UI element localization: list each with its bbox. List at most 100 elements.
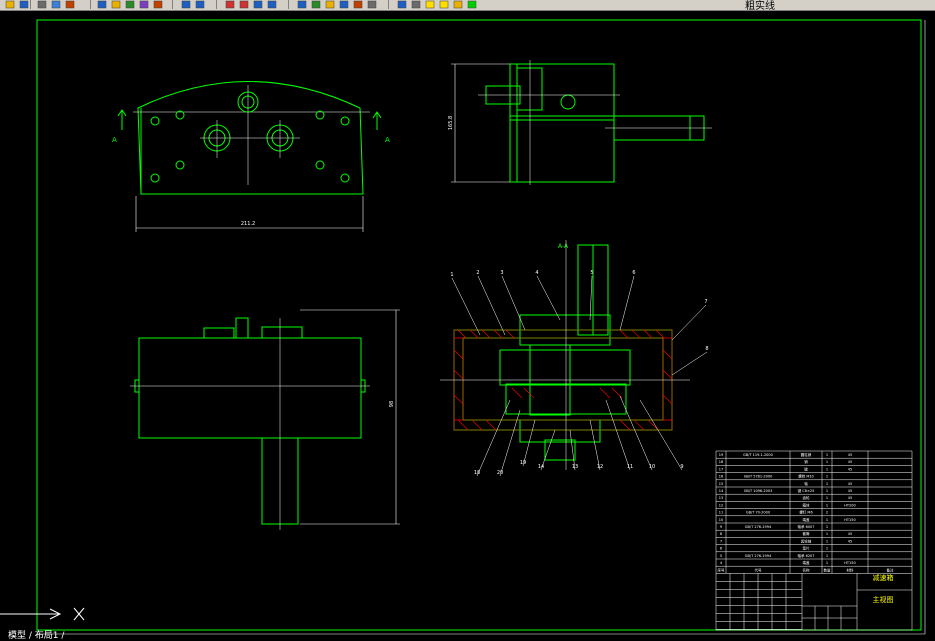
table-cell: 45 xyxy=(848,496,852,500)
table-cell: 1 xyxy=(826,482,828,486)
table-cell: 4 xyxy=(720,561,723,565)
leader-line xyxy=(619,395,653,471)
open-icon[interactable] xyxy=(4,0,16,9)
balloon-number: 1 xyxy=(450,272,453,278)
redo-icon[interactable] xyxy=(194,0,206,9)
table-cell: 1 xyxy=(826,503,828,507)
cut-icon[interactable] xyxy=(96,0,108,9)
table-cell: 圆柱销 xyxy=(801,452,812,457)
balloon-number: 14 xyxy=(538,464,544,470)
copy-icon[interactable] xyxy=(110,0,122,9)
table-cell: 8 xyxy=(720,532,722,536)
table-cell: 12 xyxy=(719,503,723,507)
toolbar-separator xyxy=(288,0,289,9)
table-cell: 45 xyxy=(848,482,852,486)
table-header-cell: 材料 xyxy=(847,567,855,572)
leader-line xyxy=(536,275,561,321)
table-cell: GB/T 1096-2003 xyxy=(744,489,773,493)
table-cell: 键 C8×25 xyxy=(798,488,815,493)
table-cell: 45 xyxy=(848,453,852,457)
table-cell: 1 xyxy=(826,532,828,536)
balloon-number: 11 xyxy=(627,464,633,470)
table-cell: 齿轮轴 xyxy=(801,538,812,543)
table-cell: 1 xyxy=(826,475,828,479)
leader-line xyxy=(451,277,481,336)
design-center-icon[interactable] xyxy=(310,0,322,9)
pan-icon[interactable] xyxy=(224,0,236,9)
balloon-number: 8 xyxy=(705,346,708,352)
leader-line xyxy=(619,275,635,331)
zoom-previous-icon[interactable] xyxy=(266,0,278,9)
preview-icon[interactable] xyxy=(50,0,62,9)
help-icon[interactable] xyxy=(396,0,408,9)
dim-side-height: 165.8 xyxy=(448,116,454,130)
table-cell: 16 xyxy=(719,475,723,479)
balloon-number: 4 xyxy=(535,270,538,276)
lock-icon[interactable] xyxy=(452,0,464,9)
table-cell: HT150 xyxy=(844,518,855,522)
toolbar-separator xyxy=(388,0,389,9)
section-label-left: A xyxy=(112,136,117,144)
drawing-title: 减速箱 xyxy=(873,573,894,582)
table-cell: 轴 xyxy=(804,481,808,486)
sun-icon[interactable] xyxy=(438,0,450,9)
calculator-icon[interactable] xyxy=(366,0,378,9)
table-cell: 13 xyxy=(719,496,723,500)
table-header-cell: 名称 xyxy=(803,567,811,572)
leader-line xyxy=(589,275,593,321)
toolbar-separator xyxy=(90,0,91,9)
table-cell: 箱体 xyxy=(803,502,811,507)
table-cell: GB/T 276-1994 xyxy=(745,525,772,529)
table-cell: 9 xyxy=(720,525,722,529)
tool-palettes-icon[interactable] xyxy=(324,0,336,9)
table-cell: GB/T 119.1-2000 xyxy=(743,453,773,457)
table-cell: 1 xyxy=(826,460,828,464)
table-cell: 45 xyxy=(848,539,852,543)
dim-front-height: 98 xyxy=(389,401,395,407)
layer-manager-icon[interactable] xyxy=(410,0,422,9)
table-cell: 18 xyxy=(719,460,723,464)
leader-line xyxy=(476,399,511,477)
undo-icon[interactable] xyxy=(180,0,192,9)
table-cell: 7 xyxy=(720,539,722,543)
table-cell: 轴承 6207 xyxy=(797,553,814,558)
table-cell: 6 xyxy=(720,547,722,551)
balloon-number: 20 xyxy=(497,470,503,476)
ucs-icon xyxy=(0,607,85,621)
toolbar-separator xyxy=(30,0,31,9)
model-layout-tabs[interactable]: 模型 / 布局1 / xyxy=(8,628,64,641)
sheet-set-icon[interactable] xyxy=(338,0,350,9)
leader-line xyxy=(501,275,526,331)
leader-line xyxy=(477,275,506,336)
table-cell: 5 xyxy=(720,554,722,558)
leader-line xyxy=(589,419,601,471)
paste-icon[interactable] xyxy=(124,0,136,9)
markup-icon[interactable] xyxy=(352,0,364,9)
zoom-realtime-icon[interactable] xyxy=(238,0,250,9)
cad-drawing-canvas[interactable]: 211.2 A A 165.8 98 A-A 1 2 3 4 5 678 18 … xyxy=(0,10,935,638)
table-header-cell: 备注 xyxy=(887,567,895,572)
publish-icon[interactable] xyxy=(64,0,76,9)
table-header-cell: 数量 xyxy=(824,567,832,572)
print-icon[interactable] xyxy=(36,0,48,9)
light-bulb-icon[interactable] xyxy=(424,0,436,9)
properties-icon[interactable] xyxy=(296,0,308,9)
table-cell: 键 xyxy=(804,466,808,471)
table-cell: 销 xyxy=(804,459,808,464)
section-title: A-A xyxy=(558,243,569,250)
drawing-subtitle: 主视图 xyxy=(873,595,894,604)
block-editor-icon[interactable] xyxy=(152,0,164,9)
table-cell: 齿轮 xyxy=(803,495,811,500)
color-swatch-icon[interactable] xyxy=(466,0,478,9)
table-cell: 1 xyxy=(826,489,828,493)
match-properties-icon[interactable] xyxy=(138,0,150,9)
zoom-window-icon[interactable] xyxy=(252,0,264,9)
table-cell: 1 xyxy=(826,453,828,457)
balloon-group-bottom: 18 20 19 14 13 12 11 10 9 xyxy=(474,395,684,477)
save-icon[interactable] xyxy=(18,0,30,9)
side-view xyxy=(451,60,712,185)
balloon-number: 18 xyxy=(474,470,480,476)
table-cell: 螺钉 M6 xyxy=(799,510,812,515)
table-cell: 1 xyxy=(826,496,828,500)
table-cell: 17 xyxy=(719,467,723,471)
